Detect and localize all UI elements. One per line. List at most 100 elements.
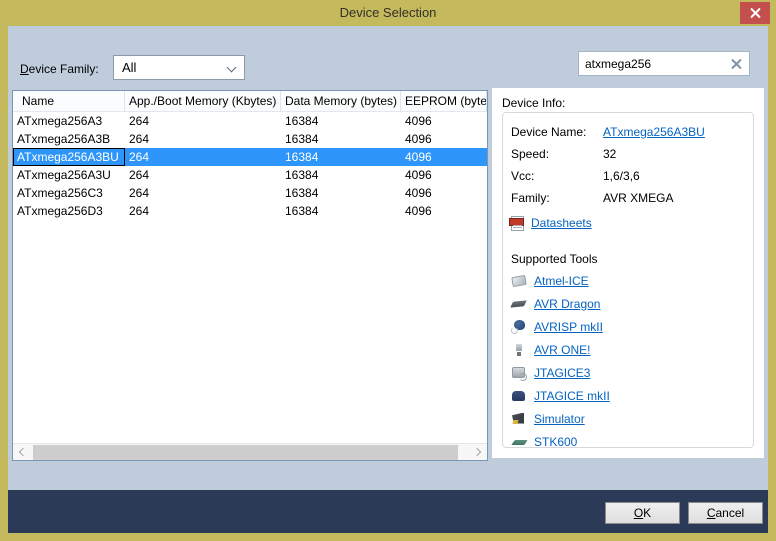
tool-row: STK600: [511, 430, 745, 448]
search-input[interactable]: [585, 52, 725, 75]
tool-row: JTAGICE3: [511, 361, 745, 384]
horizontal-scrollbar[interactable]: [13, 443, 487, 460]
device-selection-dialog: Device Selection Device Family: All Name…: [0, 0, 776, 541]
table-row[interactable]: ATxmega256A3B264163844096: [13, 130, 487, 148]
footer-bar: OK Cancel: [8, 490, 768, 533]
device-info-box: Device Name:ATxmega256A3BUSpeed:32Vcc:1,…: [502, 112, 754, 448]
table-cell: 16384: [281, 112, 401, 130]
atmel-ice-icon: [511, 273, 527, 289]
window-title: Device Selection: [0, 5, 776, 20]
stk600-icon: [511, 434, 527, 449]
field-label: Speed:: [511, 147, 603, 161]
tool-link[interactable]: AVR ONE!: [534, 343, 590, 357]
table-cell: 16384: [281, 148, 401, 166]
field-value: AVR XMEGA: [603, 191, 673, 205]
scroll-right-icon[interactable]: [473, 448, 481, 456]
device-family-select[interactable]: All: [113, 55, 245, 80]
table-row[interactable]: ATxmega256C3264163844096: [13, 184, 487, 202]
field-label: Device Name:: [511, 125, 603, 139]
avr-dragon-icon: [511, 296, 527, 312]
title-bar: Device Selection: [0, 0, 776, 26]
dialog-body: Device Family: All NameApp./Boot Memory …: [8, 26, 768, 533]
chevron-down-icon: [227, 63, 237, 73]
tool-row: JTAGICE mkII: [511, 384, 745, 407]
simulator-icon: [511, 411, 527, 427]
field-label: Vcc:: [511, 169, 603, 183]
avr-one-icon: [511, 342, 527, 358]
column-header[interactable]: App./Boot Memory (Kbytes): [125, 91, 281, 112]
supported-tools-list: Atmel-ICE AVR Dragon AVRISP mkII AVR ONE! JT…: [511, 269, 745, 448]
table-cell: 4096: [401, 184, 487, 202]
tool-row: Atmel-ICE: [511, 269, 745, 292]
table-cell: ATxmega256A3U: [13, 166, 125, 184]
avrisp-mkii-icon: [511, 319, 527, 335]
device-info-panel: Device Info: Device Name:ATxmega256A3BUS…: [492, 88, 764, 458]
table-cell: 264: [125, 202, 281, 220]
search-box: [578, 51, 750, 76]
field-label: Family:: [511, 191, 603, 205]
clear-search-icon[interactable]: [731, 58, 742, 69]
table-cell: 264: [125, 166, 281, 184]
device-name-link[interactable]: ATxmega256A3BU: [603, 125, 705, 139]
cancel-button[interactable]: Cancel: [688, 502, 763, 524]
table-cell: 16384: [281, 184, 401, 202]
tool-link[interactable]: AVRISP mkII: [534, 320, 603, 334]
ok-button[interactable]: OK: [605, 502, 680, 524]
table-row[interactable]: ATxmega256A3264163844096: [13, 112, 487, 130]
tool-link[interactable]: Atmel-ICE: [534, 274, 589, 288]
table-cell: ATxmega256A3BU: [13, 148, 125, 166]
table-cell: ATxmega256D3: [13, 202, 125, 220]
table-row[interactable]: ATxmega256D3264163844096: [13, 202, 487, 220]
datasheets-link[interactable]: Datasheets: [531, 216, 592, 230]
supported-tools-title: Supported Tools: [511, 249, 745, 269]
device-field-row: Device Name:ATxmega256A3BU: [511, 121, 745, 143]
column-header[interactable]: EEPROM (bytes): [401, 91, 487, 112]
table-cell: ATxmega256C3: [13, 184, 125, 202]
tool-link[interactable]: STK600: [534, 435, 577, 449]
table-row[interactable]: ATxmega256A3U264163844096: [13, 166, 487, 184]
device-family-label: Device Family:: [20, 62, 99, 76]
tool-link[interactable]: JTAGICE3: [534, 366, 590, 380]
field-value: 1,6/3,6: [603, 169, 640, 183]
table-cell: 4096: [401, 202, 487, 220]
table-cell: 4096: [401, 148, 487, 166]
tool-row: Simulator: [511, 407, 745, 430]
tool-link[interactable]: Simulator: [534, 412, 585, 426]
pdf-icon: [511, 216, 524, 231]
tool-row: AVR ONE!: [511, 338, 745, 361]
scrollbar-thumb[interactable]: [33, 445, 458, 460]
device-fields: Device Name:ATxmega256A3BUSpeed:32Vcc:1,…: [511, 121, 745, 209]
table-cell: ATxmega256A3B: [13, 130, 125, 148]
tool-row: AVRISP mkII: [511, 315, 745, 338]
device-table: NameApp./Boot Memory (Kbytes)Data Memory…: [12, 90, 488, 461]
table-cell: 16384: [281, 166, 401, 184]
jtagice3-icon: [511, 365, 527, 381]
table-cell: 264: [125, 148, 281, 166]
table-cell: 264: [125, 112, 281, 130]
device-field-row: Family:AVR XMEGA: [511, 187, 745, 209]
close-button[interactable]: [740, 2, 770, 24]
table-cell: 4096: [401, 112, 487, 130]
device-table-header: NameApp./Boot Memory (Kbytes)Data Memory…: [13, 91, 487, 112]
device-field-row: Vcc:1,6/3,6: [511, 165, 745, 187]
table-cell: ATxmega256A3: [13, 112, 125, 130]
device-field-row: Speed:32: [511, 143, 745, 165]
close-icon: [750, 8, 761, 19]
tool-link[interactable]: AVR Dragon: [534, 297, 600, 311]
device-family-value: All: [122, 60, 136, 75]
column-header[interactable]: Name: [13, 91, 125, 112]
table-cell: 264: [125, 130, 281, 148]
scroll-left-icon[interactable]: [19, 448, 27, 456]
field-value: 32: [603, 147, 616, 161]
jtagice-mkii-icon: [511, 388, 527, 404]
table-cell: 16384: [281, 202, 401, 220]
table-row[interactable]: ATxmega256A3BU264163844096: [13, 148, 487, 166]
column-header[interactable]: Data Memory (bytes): [281, 91, 401, 112]
device-info-title: Device Info:: [492, 88, 764, 110]
table-cell: 4096: [401, 166, 487, 184]
table-cell: 264: [125, 184, 281, 202]
table-cell: 16384: [281, 130, 401, 148]
tool-link[interactable]: JTAGICE mkII: [534, 389, 610, 403]
tool-row: AVR Dragon: [511, 292, 745, 315]
device-table-body: ATxmega256A3264163844096ATxmega256A3B264…: [13, 112, 487, 220]
